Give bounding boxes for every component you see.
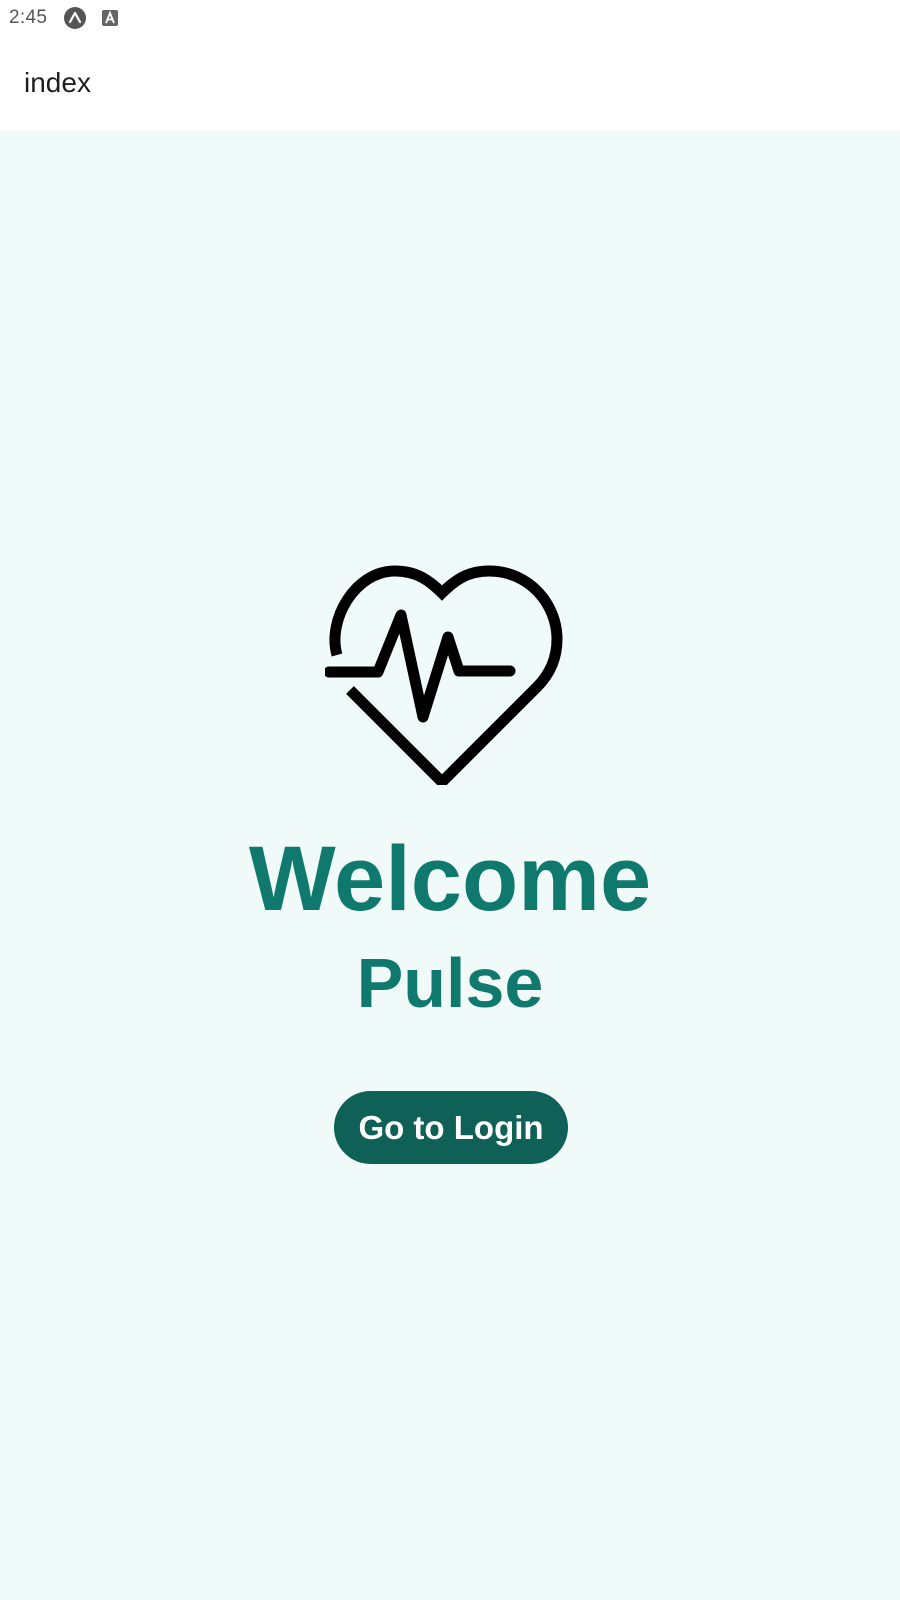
- welcome-heading: Welcome: [248, 828, 652, 930]
- page-title: index: [24, 66, 91, 98]
- accessibility-a-icon: [101, 9, 119, 27]
- app-bar: index: [0, 36, 900, 131]
- status-time: 2:45: [9, 7, 48, 28]
- app-name: Pulse: [356, 944, 544, 1022]
- heart-pulse-icon: [325, 565, 575, 785]
- welcome-screen: Welcome Pulse Go to Login: [0, 131, 900, 1600]
- status-bar: 2:45: [0, 0, 900, 36]
- expo-icon: [63, 6, 87, 30]
- go-to-login-button[interactable]: Go to Login: [334, 1091, 568, 1164]
